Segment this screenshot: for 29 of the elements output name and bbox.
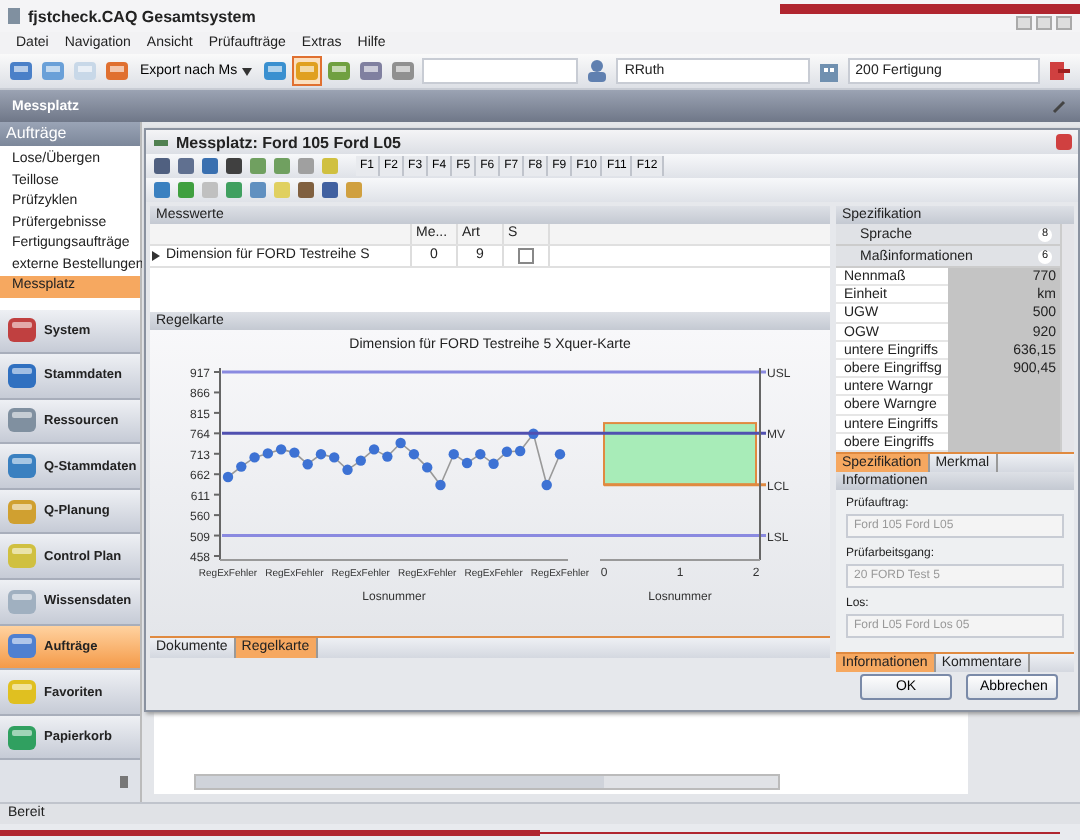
tile-icon [6, 540, 38, 573]
search-field[interactable] [421, 58, 579, 84]
tile-icon [6, 676, 38, 709]
window-title: fjstcheck.CAQ Gesamtsystem [28, 7, 256, 25]
scrollbar[interactable] [194, 774, 780, 790]
tile-icon [6, 585, 38, 618]
tile-icon [6, 450, 38, 483]
tile-icon [6, 721, 38, 754]
data-point [528, 428, 539, 439]
scrollbar[interactable] [1060, 224, 1074, 452]
row-pointer-icon [150, 246, 162, 266]
tile-icon [6, 495, 38, 528]
dialog-title: Messplatz: Ford 105 Ford L05 [176, 133, 401, 151]
tile-icon [6, 404, 38, 437]
user-icon [584, 58, 611, 84]
checkbox[interactable] [518, 248, 534, 264]
tile-icon [6, 359, 38, 392]
data-point [435, 479, 446, 491]
tile-icon [6, 314, 38, 347]
caret-icon [241, 67, 252, 75]
data-point [541, 479, 552, 491]
building-icon [815, 58, 842, 84]
tile-icon [6, 630, 38, 663]
minimize-icon[interactable] [1016, 16, 1032, 30]
app-icon [8, 8, 20, 24]
maximize-icon[interactable] [1036, 16, 1052, 30]
data-point [554, 449, 566, 460]
sidebar-header: Aufträge [0, 122, 140, 146]
exit-icon[interactable] [1046, 58, 1072, 84]
